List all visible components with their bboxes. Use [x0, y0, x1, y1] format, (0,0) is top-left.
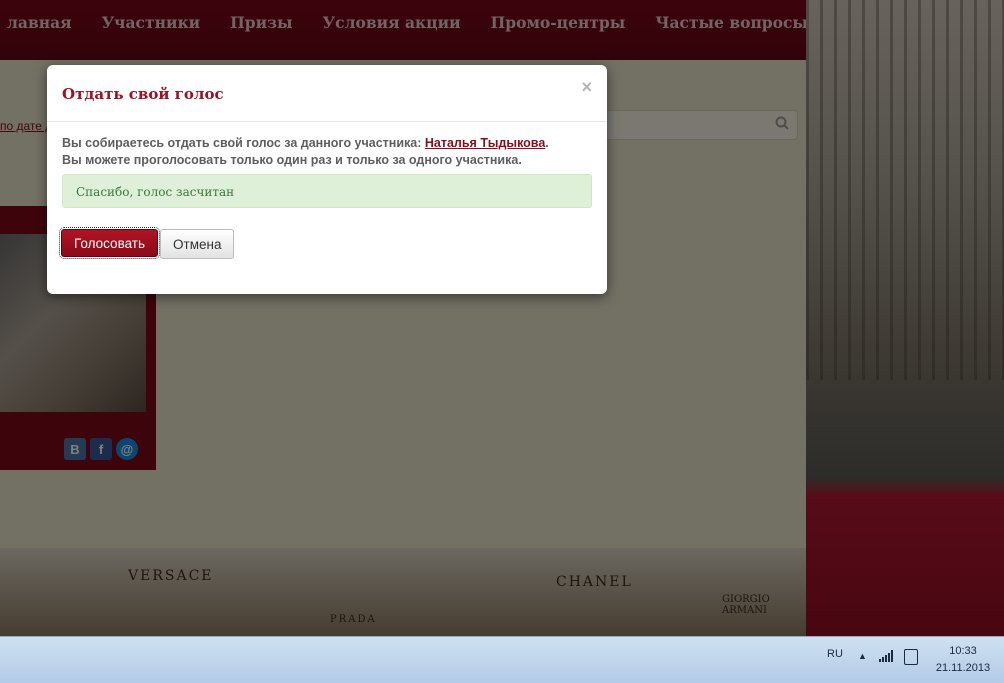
language-indicator[interactable]: RU — [827, 648, 843, 660]
vote-message-prefix: Вы собираетесь отдать свой голос за данн… — [62, 136, 425, 150]
network-signal-icon[interactable] — [879, 650, 895, 662]
participant-name-link[interactable]: Наталья Тыдыкова — [425, 136, 545, 150]
clock-date: 21.11.2013 — [935, 662, 991, 674]
dialog-body: Вы собираетесь отдать свой голос за данн… — [62, 135, 592, 208]
vote-message-suffix: . — [545, 136, 549, 150]
cancel-button[interactable]: Отмена — [160, 229, 235, 259]
windows-taskbar: RU ▲ 10:33 21.11.2013 — [0, 636, 1004, 683]
vote-button[interactable]: Голосовать — [58, 227, 161, 259]
power-icon[interactable] — [904, 649, 918, 665]
dialog-actions: Голосовать Отмена — [58, 227, 235, 259]
dialog-header: Отдать свой голос × — [47, 65, 607, 122]
vote-rule-text: Вы можете проголосовать только один раз … — [62, 153, 522, 167]
close-icon[interactable]: × — [581, 77, 592, 98]
show-hidden-icons-icon[interactable]: ▲ — [858, 651, 867, 661]
clock-time: 10:33 — [949, 645, 977, 657]
system-clock[interactable]: 10:33 21.11.2013 — [930, 643, 996, 677]
vote-dialog: Отдать свой голос × Вы собираетесь отдат… — [47, 65, 607, 294]
success-alert: Спасибо, голос засчитан — [62, 174, 592, 208]
vote-message: Вы собираетесь отдать свой голос за данн… — [62, 135, 592, 152]
dialog-title: Отдать свой голос — [62, 85, 224, 103]
